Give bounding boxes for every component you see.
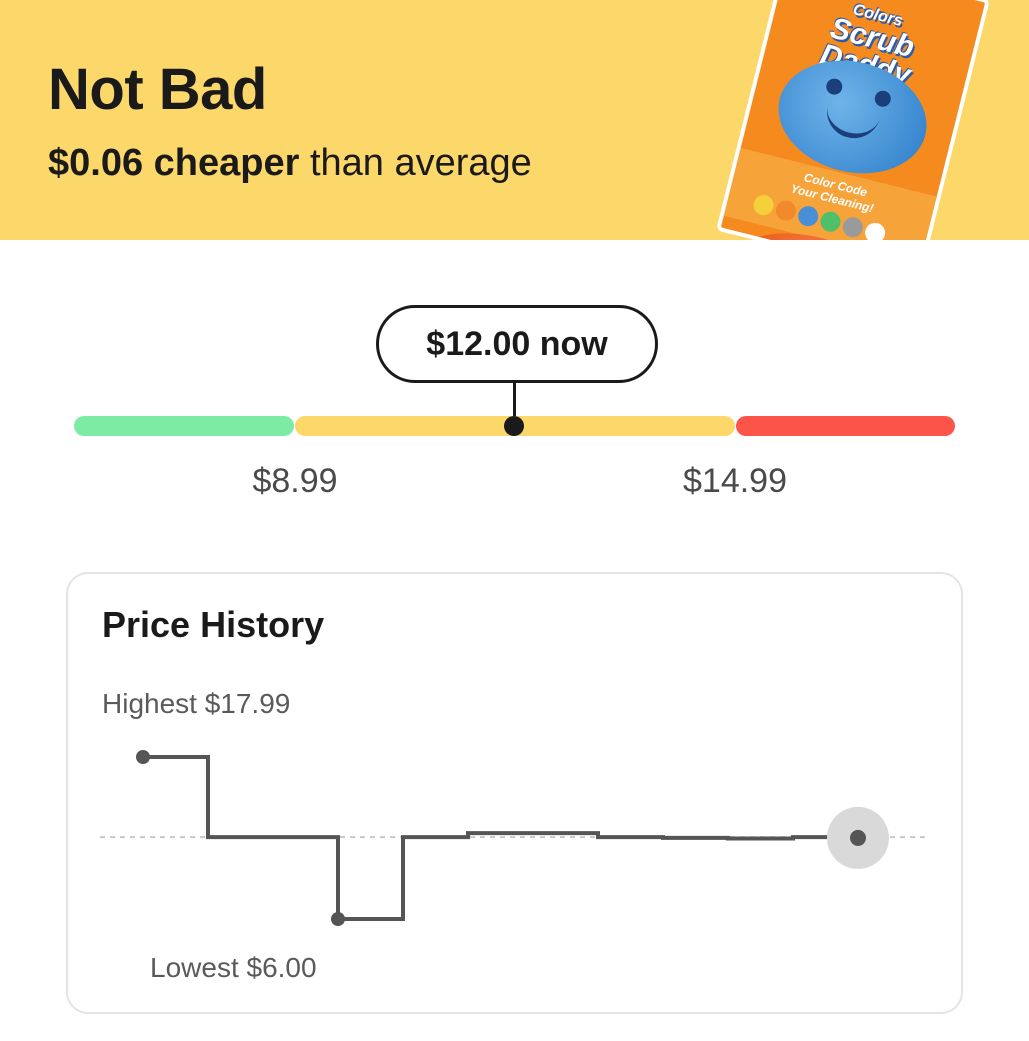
sponge-eye-icon bbox=[873, 89, 893, 109]
sponge-eye-icon bbox=[824, 76, 845, 97]
savings-text: $0.06 cheaper than average bbox=[48, 142, 532, 185]
verdict-title: Not Bad bbox=[48, 57, 267, 122]
range-high-segment bbox=[736, 416, 955, 436]
product-image: Colors Scrub Daddy Color Code Your Clean… bbox=[716, 0, 990, 240]
product-package: Colors Scrub Daddy Color Code Your Clean… bbox=[716, 0, 990, 240]
highest-price-point bbox=[136, 750, 150, 764]
sponge-mouth-icon bbox=[821, 103, 881, 144]
current-price-point bbox=[850, 829, 866, 846]
high-threshold-label: $14.99 bbox=[683, 462, 787, 500]
price-history-card[interactable]: Price History Highest $17.99 Lowest $6.0… bbox=[66, 572, 963, 1014]
lowest-price-point bbox=[331, 912, 345, 926]
verdict-banner: Not Bad $0.06 cheaper than average Color… bbox=[0, 0, 1029, 240]
savings-amount: $0.06 cheaper bbox=[48, 142, 300, 184]
savings-suffix: than average bbox=[299, 142, 532, 184]
current-price-marker bbox=[504, 416, 524, 436]
current-price-callout: $12.00 now bbox=[376, 305, 658, 383]
range-low-segment bbox=[74, 416, 294, 436]
low-threshold-label: $8.99 bbox=[252, 462, 338, 500]
price-history-chart bbox=[100, 750, 930, 926]
